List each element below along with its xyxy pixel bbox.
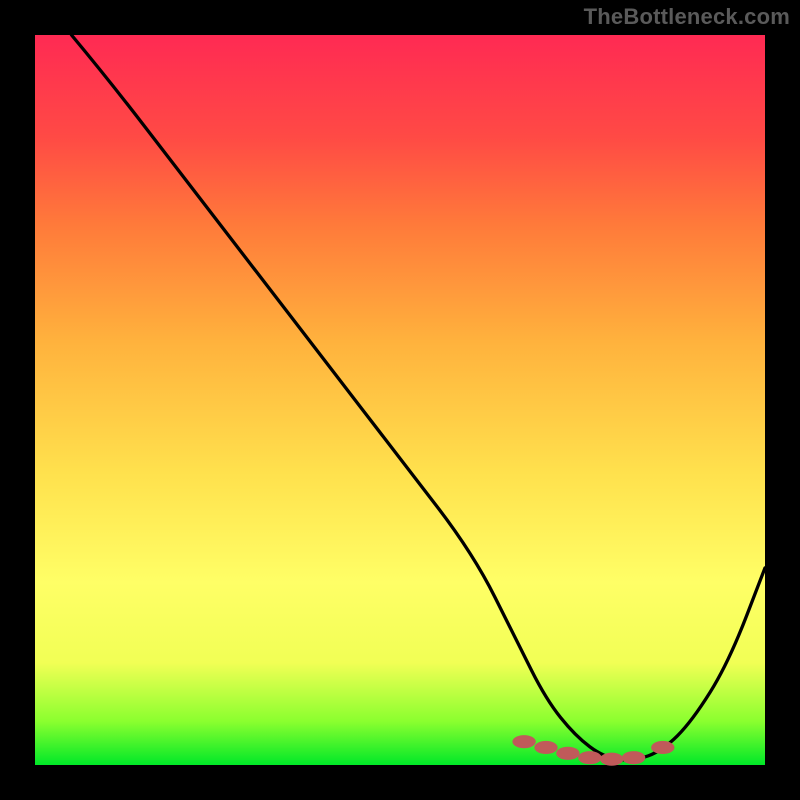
curve-marker xyxy=(556,747,579,760)
curve-svg xyxy=(35,35,765,765)
watermark-text: TheBottleneck.com xyxy=(584,4,790,30)
curve-marker xyxy=(651,741,674,754)
curve-marker xyxy=(600,753,623,766)
curve-marker xyxy=(578,751,601,764)
curve-marker xyxy=(622,751,645,764)
chart-frame: TheBottleneck.com xyxy=(0,0,800,800)
plot-area xyxy=(35,35,765,765)
curve-marker xyxy=(512,735,535,748)
bottleneck-curve xyxy=(72,35,766,760)
curve-marker xyxy=(534,741,557,754)
